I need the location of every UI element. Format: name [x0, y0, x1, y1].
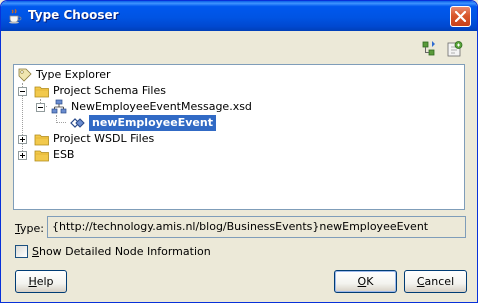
type-explorer-tree[interactable]: Type Explorer Project Schema Files NewEm…: [13, 64, 465, 210]
refresh-button[interactable]: [445, 39, 465, 59]
tree-node-type-explorer[interactable]: Type Explorer: [14, 67, 464, 83]
folder-icon: [34, 131, 50, 147]
folder-icon: [34, 83, 50, 99]
tree-node-project-schema-files[interactable]: Project Schema Files: [14, 83, 464, 99]
type-label-text: ype:: [20, 222, 44, 235]
button-label: K: [366, 275, 374, 288]
tree-node-new-employee-event[interactable]: newEmployeeEvent: [14, 115, 464, 131]
show-detailed-node-info-checkbox[interactable]: [15, 245, 28, 258]
expand-toggle[interactable]: [18, 151, 27, 160]
button-label: elp: [36, 275, 54, 288]
show-detailed-node-info-label[interactable]: Show Detailed Node Information: [32, 245, 211, 258]
mnemonic: S: [32, 245, 39, 258]
cancel-button[interactable]: Cancel: [404, 270, 467, 293]
tree-node-project-wsdl-files[interactable]: Project WSDL Files: [14, 131, 464, 147]
refresh-icon: [447, 41, 463, 57]
close-button[interactable]: [450, 6, 471, 27]
window-title: Type Chooser: [28, 8, 119, 22]
tree-node-label: newEmployeeEvent: [89, 115, 216, 131]
type-explorer-icon: [17, 67, 33, 83]
tree-node-label: ESB: [53, 148, 75, 161]
expand-tree-button[interactable]: [420, 39, 440, 59]
tree-node-esb[interactable]: ESB: [14, 147, 464, 163]
mnemonic: C: [416, 275, 425, 288]
tree-node-label: Type Explorer: [36, 68, 111, 81]
close-x-icon: [455, 11, 466, 22]
checkbox-label-text: how Detailed Node Information: [38, 245, 211, 258]
tree-node-label: Project WSDL Files: [53, 132, 155, 145]
type-field[interactable]: {http://technology.amis.nl/blog/Business…: [47, 216, 466, 238]
type-label: Type:: [15, 222, 44, 235]
mnemonic: O: [357, 275, 367, 288]
collapse-toggle[interactable]: [18, 87, 27, 96]
tree-node-label: NewEmployeeEventMessage.xsd: [71, 100, 252, 113]
mnemonic: H: [28, 275, 37, 288]
expand-tree-icon: [422, 41, 435, 56]
collapse-toggle[interactable]: [36, 103, 45, 112]
ok-button[interactable]: OK: [334, 270, 397, 293]
folder-icon: [34, 147, 50, 163]
title-bar[interactable]: Type Chooser: [1, 1, 477, 31]
help-button[interactable]: Help: [15, 270, 67, 293]
schema-file-icon: [51, 99, 67, 115]
coffee-cup-icon: [7, 8, 23, 24]
tree-node-label: Project Schema Files: [53, 84, 166, 97]
button-label: ancel: [424, 275, 455, 288]
tree-node-schema-file[interactable]: NewEmployeeEventMessage.xsd: [14, 99, 464, 115]
expand-toggle[interactable]: [18, 135, 27, 144]
type-chooser-dialog: Type Chooser Type Explorer Project Schem…: [0, 0, 478, 303]
element-icon: [70, 115, 86, 131]
